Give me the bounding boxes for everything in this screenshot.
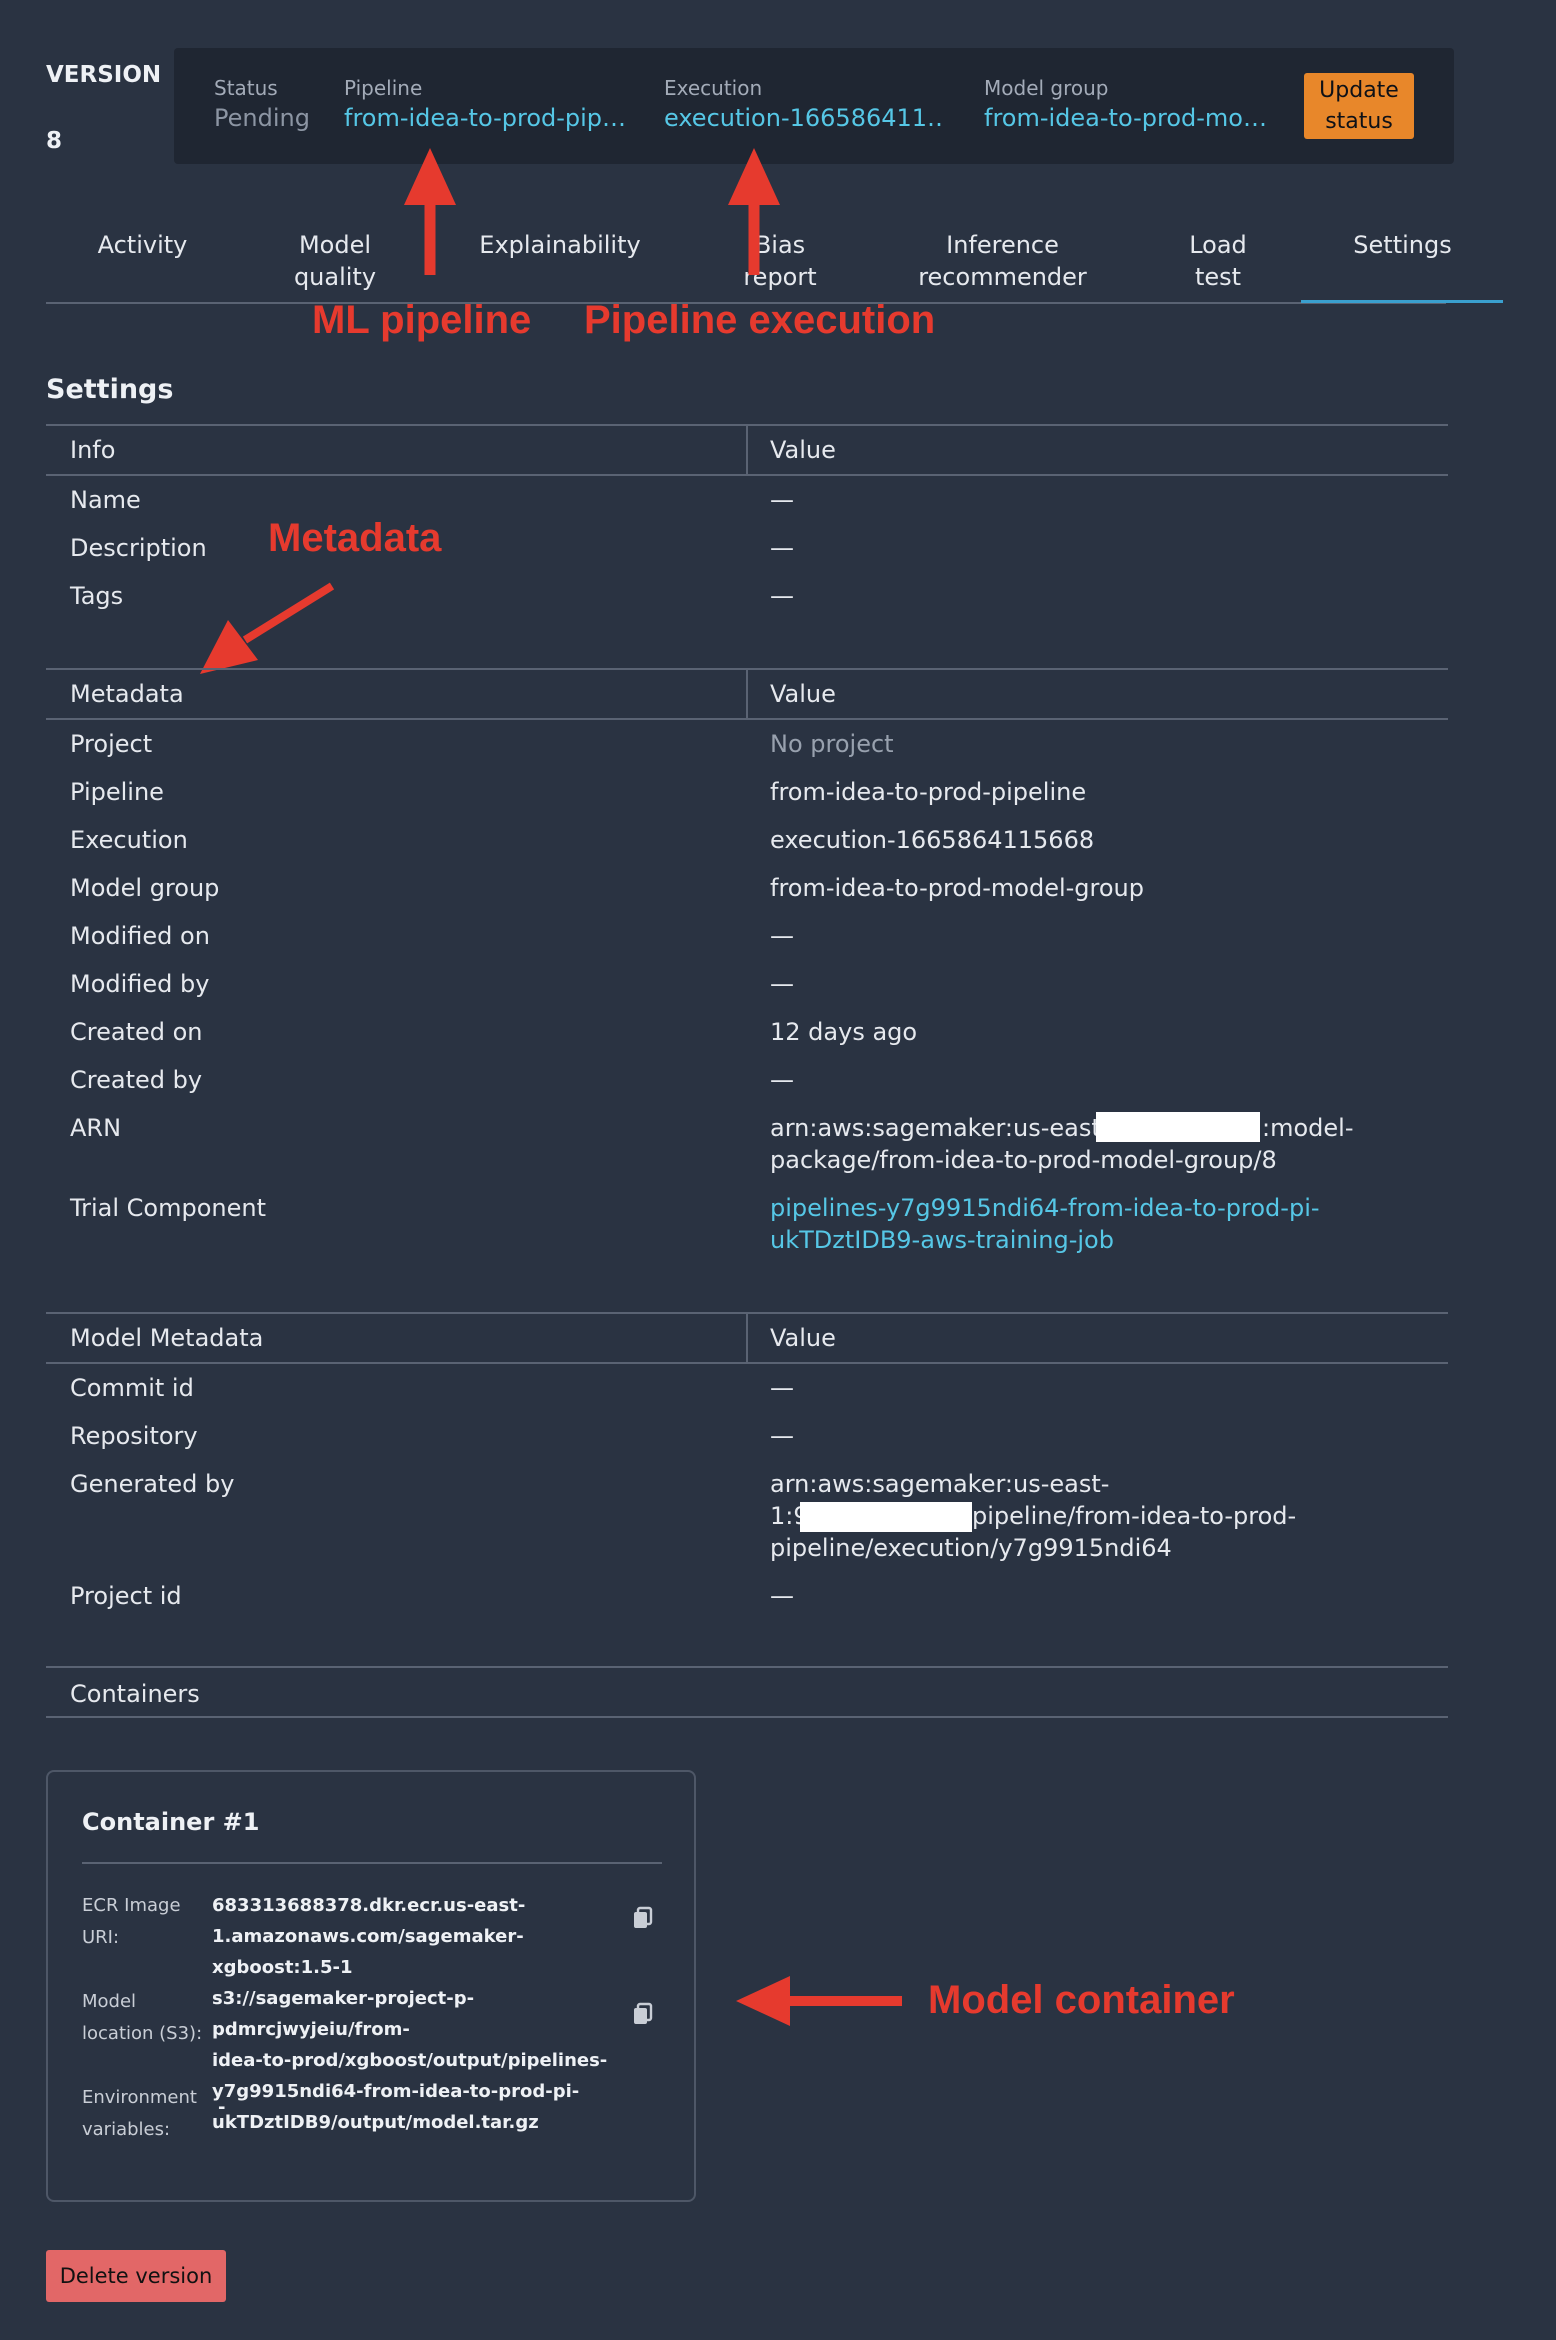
row-key: Execution (70, 826, 188, 854)
model-location-label: Model location (S3): (82, 1986, 202, 2050)
value-line: 1.amazonaws.com/sagemaker-xgboost:1.5-1 (212, 1926, 524, 1978)
containers-header: Containers (70, 1680, 200, 1708)
settings-title: Settings (46, 374, 174, 405)
redaction-box (800, 1502, 972, 1532)
annotation-arrow (404, 148, 456, 205)
table-divider (46, 1362, 1448, 1364)
container-card: Container #1 ECR Image URI: 683313688378… (46, 1770, 696, 2202)
row-value: — (770, 1582, 794, 1610)
label-line: Environment (82, 2087, 197, 2108)
generated-by-line3: pipeline/execution/y7g9915ndi64 (770, 1534, 1172, 1562)
arn-value-part2: :model- (1262, 1114, 1354, 1142)
redaction-box (1096, 1112, 1260, 1142)
environment-variables-value: - (218, 2097, 226, 2118)
info-header: Info (70, 436, 116, 464)
delete-version-button[interactable]: Delete version (46, 2250, 226, 2302)
label-line: location (S3): (82, 2023, 203, 2044)
row-value: — (770, 1066, 794, 1094)
arn-value-part1: arn:aws:sagemaker:us-east-1: (770, 1114, 1133, 1142)
annotation-arrow (728, 148, 780, 205)
row-key: Created on (70, 1018, 203, 1046)
row-key: Pipeline (70, 778, 164, 806)
value-line: 683313688378.dkr.ecr.us-east- (212, 1895, 526, 1916)
row-value: — (770, 922, 794, 950)
row-key: Modified on (70, 922, 210, 950)
row-key: Generated by (70, 1470, 235, 1498)
model-metadata-header: Model Metadata (70, 1324, 264, 1352)
metadata-header: Metadata (70, 680, 184, 708)
row-key: Created by (70, 1066, 203, 1094)
row-value: — (770, 582, 794, 610)
value-line: s3://sagemaker-project-p-pdmrcjwyjeiu/fr… (212, 1988, 475, 2040)
value-line: idea-to-prod/xgboost/output/pipelines- (212, 2050, 608, 2071)
row-key: Repository (70, 1422, 198, 1450)
row-value: — (770, 1422, 794, 1450)
value-header: Value (770, 1324, 836, 1352)
table-divider (46, 1666, 1448, 1668)
row-key: Description (70, 534, 207, 562)
value-header: Value (770, 436, 836, 464)
table-divider (46, 474, 1448, 476)
row-key: Project (70, 730, 153, 758)
copy-icon[interactable] (632, 1906, 654, 1930)
row-value: — (770, 486, 794, 514)
annotation-arrow (736, 1976, 790, 2026)
row-value: — (770, 1374, 794, 1402)
annotation-arrow (200, 620, 258, 674)
label-line: ECR Image (82, 1895, 181, 1916)
row-key: Project id (70, 1582, 182, 1610)
copy-icon[interactable] (632, 2002, 654, 2026)
label-line: URI: (82, 1927, 120, 1948)
row-key: Modified by (70, 970, 210, 998)
table-divider (46, 1716, 1448, 1718)
table-divider (46, 718, 1448, 720)
trial-component-link[interactable]: pipelines-y7g9915ndi64-from-idea-to-prod… (770, 1192, 1320, 1224)
column-separator (746, 670, 748, 718)
environment-variables-label: Environment variables: (82, 2082, 197, 2146)
card-divider (82, 1862, 662, 1864)
label-line: variables: (82, 2119, 171, 2140)
annotation-pipeline-execution: Pipeline execution (584, 298, 936, 342)
row-value: from-idea-to-prod-pipeline (770, 778, 1087, 806)
column-separator (746, 1314, 748, 1362)
row-key: Trial Component (70, 1194, 267, 1222)
row-key: Tags (70, 582, 124, 610)
column-separator (746, 426, 748, 474)
row-key: ARN (70, 1114, 122, 1142)
row-key: Commit id (70, 1374, 194, 1402)
row-key: Model group (70, 874, 220, 902)
row-value: from-idea-to-prod-model-group (770, 874, 1144, 902)
label-line: Model (82, 1991, 137, 2012)
row-value: — (770, 534, 794, 562)
trial-component-link[interactable]: ukTDztIDB9-aws-training-job (770, 1224, 1114, 1256)
generated-by-line2-part2: pipeline/from-idea-to-prod- (972, 1502, 1297, 1530)
annotation-ml-pipeline: ML pipeline (312, 298, 532, 342)
row-value: No project (770, 730, 894, 758)
generated-by-line1: arn:aws:sagemaker:us-east- (770, 1470, 1110, 1498)
arn-value-line2: package/from-idea-to-prod-model-group/8 (770, 1146, 1277, 1174)
annotation-metadata: Metadata (268, 516, 442, 560)
ecr-image-label: ECR Image URI: (82, 1890, 181, 1954)
annotation-model-container: Model container (928, 1978, 1235, 2022)
container-title: Container #1 (82, 1808, 260, 1836)
row-value: execution-1665864115668 (770, 826, 1095, 854)
annotation-arrow (242, 582, 335, 644)
row-value: 12 days ago (770, 1018, 918, 1046)
row-value: — (770, 970, 794, 998)
value-header: Value (770, 680, 836, 708)
row-key: Name (70, 486, 141, 514)
